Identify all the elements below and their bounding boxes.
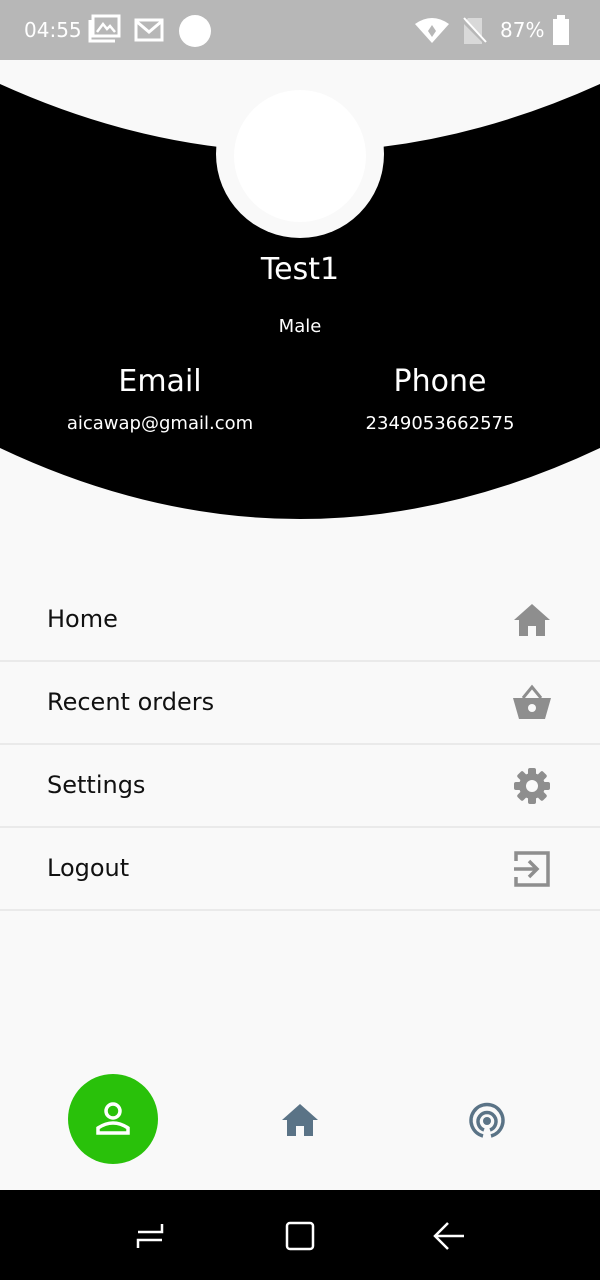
phone-section: Phone 2349053662575 <box>290 364 590 434</box>
menu-item-label: Home <box>47 605 118 633</box>
phone-value: 2349053662575 <box>365 413 515 434</box>
menu-item-label: Logout <box>47 854 130 882</box>
menu-item-label: Settings <box>47 771 146 799</box>
recent-apps-icon[interactable] <box>134 1220 166 1252</box>
gmail-icon <box>134 18 164 42</box>
battery-percentage: 87% <box>500 18 545 42</box>
live-icon[interactable] <box>466 1100 508 1142</box>
email-label: Email <box>118 364 202 399</box>
home-icon <box>514 604 550 636</box>
email-value: aicawap@gmail.com <box>66 413 254 434</box>
menu-item-settings[interactable]: Settings <box>0 745 600 828</box>
profile-name: Test1 <box>260 252 340 287</box>
home-square-icon[interactable] <box>284 1220 316 1252</box>
menu-item-home[interactable]: Home <box>0 579 600 662</box>
avatar[interactable] <box>234 90 366 222</box>
status-bar: 04:55 87% <box>0 0 600 60</box>
photo-icon <box>88 14 121 43</box>
bottom-navigation <box>0 1060 600 1190</box>
menu-item-logout[interactable]: Logout <box>0 828 600 911</box>
person-icon <box>96 1102 130 1135</box>
no-sim-icon <box>460 17 488 46</box>
menu-item-label: Recent orders <box>47 688 215 716</box>
basket-icon <box>513 684 551 719</box>
gear-icon <box>514 768 550 804</box>
system-navigation-bar <box>0 1190 600 1280</box>
profile-menu: Home Recent orders Settings Logout <box>0 579 600 911</box>
email-section: Email aicawap@gmail.com <box>10 364 310 434</box>
wifi-icon <box>415 18 449 43</box>
menu-item-recent-orders[interactable]: Recent orders <box>0 662 600 745</box>
phone-label: Phone <box>393 364 487 399</box>
battery-icon <box>553 15 569 45</box>
logout-icon <box>514 851 550 887</box>
profile-gender: Male <box>278 316 322 337</box>
notification-dot-icon <box>179 15 211 47</box>
nav-profile-button[interactable] <box>68 1074 158 1164</box>
back-arrow-icon[interactable] <box>432 1220 466 1252</box>
status-time: 04:55 <box>24 18 82 42</box>
home-icon[interactable] <box>280 1100 320 1140</box>
